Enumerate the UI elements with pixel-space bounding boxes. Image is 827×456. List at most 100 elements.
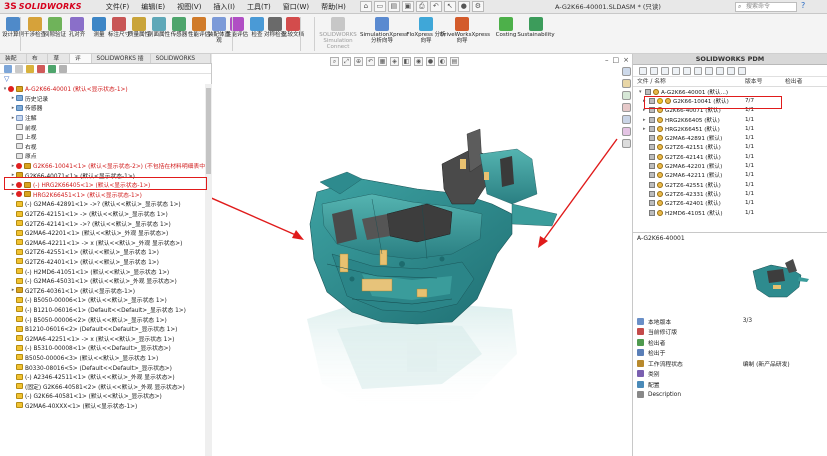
feature-tree-icon[interactable] [4,64,12,73]
command-button[interactable]: 测量 [88,17,110,38]
save-icon[interactable]: ▣ [401,1,414,12]
menu-item[interactable]: 插入(I) [207,0,241,14]
command-button[interactable]: 干涉检查 [24,17,46,38]
pdm-row[interactable]: G2TZ6-42551 (默认) 1/1 [633,180,827,189]
undo-checkout-icon[interactable] [672,66,680,75]
menu-item[interactable]: 工具(T) [241,0,277,14]
filter-pdm-icon[interactable] [727,66,735,75]
view-settings-icon[interactable]: ▤ [450,57,459,66]
menu-item[interactable]: 文件(F) [100,0,136,14]
tree-item[interactable]: G2MA6-40XXX<1> (默认<显示状态-1>) [0,401,211,411]
command-button[interactable]: 质量属性 [128,17,150,38]
scrollbar-thumb[interactable] [206,88,211,174]
tree-item[interactable]: (固定) G2K66-40581<2> (默认<<默认>_外观 显示状态>) [0,381,211,391]
configuration-manager-icon[interactable] [26,64,34,73]
appearances-icon[interactable] [621,127,631,136]
question-icon[interactable]: ? [801,1,805,10]
tree-item[interactable]: (-) G2MA6-42891<1> ->? (默认<<默认>_显示状态 1>) [0,199,211,209]
appearance-icon[interactable]: ● [426,57,435,66]
command-button[interactable]: 性能评估 [188,17,210,38]
tree-item[interactable]: ▸ G2TZ6-40361<1> (默认<显示状态-1>) [0,285,211,295]
pdm-row[interactable]: G2TZ6-42401 (默认) 1/1 [633,199,827,208]
tree-item[interactable]: B5050-00006<3> (默认<<默认>_显示状态 1>) [0,353,211,363]
open-file-icon[interactable]: ▤ [387,1,400,12]
pdm-row[interactable]: G2MA6-42201 (默认) 1/1 [633,161,827,170]
refresh-icon[interactable] [705,66,713,75]
restore-icon[interactable]: □ [613,56,620,64]
pdm-row[interactable]: G2TZ6-42331 (默认) 1/1 [633,189,827,198]
tree-scrollbar[interactable] [205,84,212,456]
tab-3[interactable]: 评估 [69,54,92,72]
column-file-name[interactable]: 文件 / 名称 [633,77,745,86]
view-palette-icon[interactable] [621,115,631,124]
zoom-area-icon[interactable]: ⊕ [354,57,363,66]
view-orient-icon[interactable]: ◈ [390,57,399,66]
file-explorer-icon[interactable] [621,91,631,100]
prev-view-icon[interactable]: ↶ [366,57,375,66]
tab-4[interactable]: SOLIDWORKS 插件 [92,54,151,72]
tree-item[interactable]: G2TZ6-42151<1> -> (默认<<默认>_显示状态 1>) [0,209,211,219]
menu-item[interactable]: 帮助(H) [315,0,352,14]
expand-panel-icon[interactable] [59,64,67,73]
pdm-row[interactable]: G2MA6-42891 (默认) 1/1 [633,133,827,142]
tab-5[interactable]: SOLIDWORKS MBD [151,54,212,72]
command-button[interactable]: 标注尺寸 [108,17,130,38]
tree-item[interactable]: ▸ 传感器 [0,103,211,113]
tree-item[interactable]: G2TZ6-42141<1> ->? (默认<<默认>_显示状态 1>) [0,218,211,228]
tree-item[interactable]: (-) G2MA6-45031<1> (默认<<默认>_外观 显示状态>) [0,276,211,286]
tree-item[interactable]: ▸ 历史记录 [0,94,211,104]
command-button[interactable]: SimulationXpress 分析向导 [360,17,408,44]
home-icon[interactable]: ⌂ [359,1,372,12]
tree-item[interactable]: (-) B5050-00006<1> (默认<<默认>_显示状态 1>) [0,295,211,305]
tree-item[interactable]: 前视 [0,122,211,132]
tree-item[interactable]: G2MA6-42201<1> (默认<<默认>_外观 显示状态>) [0,228,211,238]
command-button[interactable]: SOLIDWORKS Simulation Connect [316,17,360,50]
command-button[interactable]: DriveWorksXpress 向导 [440,17,490,44]
close-icon[interactable]: × [623,56,629,64]
rebuild-icon[interactable]: ● [457,1,470,12]
tree-item[interactable]: 上视 [0,132,211,142]
minimize-icon[interactable]: – [605,56,609,64]
tree-item[interactable]: (-) G2K66-40581<1> (默认<<默认>_显示状态>) [0,391,211,401]
tree-item[interactable]: G2TZ6-42551<1> (默认<<默认>_显示状态 1>) [0,247,211,257]
tree-item[interactable]: G2TZ6-42401<1> (默认<<默认>_显示状态 1>) [0,257,211,267]
section-view-icon[interactable]: ▦ [378,57,387,66]
search-commands-input[interactable]: ⌕ 搜索命令 [735,2,797,12]
tree-item[interactable]: ▸ HRG2K66451<1> (默认<显示状态-1>) [0,190,211,200]
command-button[interactable]: 间隙验证 [44,17,66,38]
menu-item[interactable]: 窗口(W) [277,0,315,14]
pdm-row[interactable]: G2MA6-42211 (默认) 1/1 [633,171,827,180]
display-style-icon[interactable]: ◧ [402,57,411,66]
tab-2[interactable]: 草图 [48,54,70,72]
zoom-fit-icon[interactable]: ⤢ [342,57,351,66]
tree-root[interactable]: ▾ A-G2K66-40001 (默认<显示状态-1>) [0,84,211,94]
pdm-icon[interactable] [621,103,631,112]
tree-item[interactable]: 原点 [0,151,211,161]
tree-item[interactable]: G2MA6-42251<1> -> x (默认<<默认>_显示状态 1>) [0,333,211,343]
tree-item[interactable]: B0330-08016<5> (Default<<Default>_显示状态>) [0,362,211,372]
history-icon[interactable] [694,66,702,75]
property-manager-icon[interactable] [15,64,23,73]
pdm-search-icon[interactable] [716,66,724,75]
change-state-icon[interactable] [683,66,691,75]
tree-item[interactable]: ▸ G2K66-10041<1> (默认<显示状态-2>) (不包括在材料明细表中… [0,161,211,171]
tree-item[interactable]: (-) B5050-00006<2> (默认<<默认>_显示状态 1>) [0,314,211,324]
print-icon[interactable]: ⎙ [415,1,428,12]
pdm-row[interactable]: ▸ HRG2K66451 (默认) 1/1 [633,124,827,133]
command-button[interactable]: 孔对齐 [66,17,88,38]
menu-item[interactable]: 编辑(E) [135,0,171,14]
dimxpert-icon[interactable] [37,64,45,73]
tree-item[interactable]: (-) B5310-00008<1> (默认<<Default>_显示状态>) [0,343,211,353]
graphics-viewport[interactable]: ⌕ ⤢ ⊕ ↶ ▦ ◈ ◧ ◉ ● ◐ ▤ – □ × [212,54,632,456]
new-file-icon[interactable]: ▭ [373,1,386,12]
pdm-row[interactable]: G2TZ6-42141 (默认) 1/1 [633,152,827,161]
command-button[interactable]: Sustainability [514,17,558,38]
assembly-model[interactable] [212,54,632,456]
tree-item[interactable]: B1210-06016<2> (Default<<Default>_显示状态 1… [0,324,211,334]
tab-1[interactable]: 布局 [27,54,49,72]
scene-icon[interactable]: ◐ [438,57,447,66]
pdm-settings-icon[interactable] [738,66,746,75]
undo-icon[interactable]: ↶ [429,1,442,12]
tree-item[interactable]: 右视 [0,142,211,152]
pdm-row[interactable]: G2TZ6-42151 (默认) 1/1 [633,143,827,152]
